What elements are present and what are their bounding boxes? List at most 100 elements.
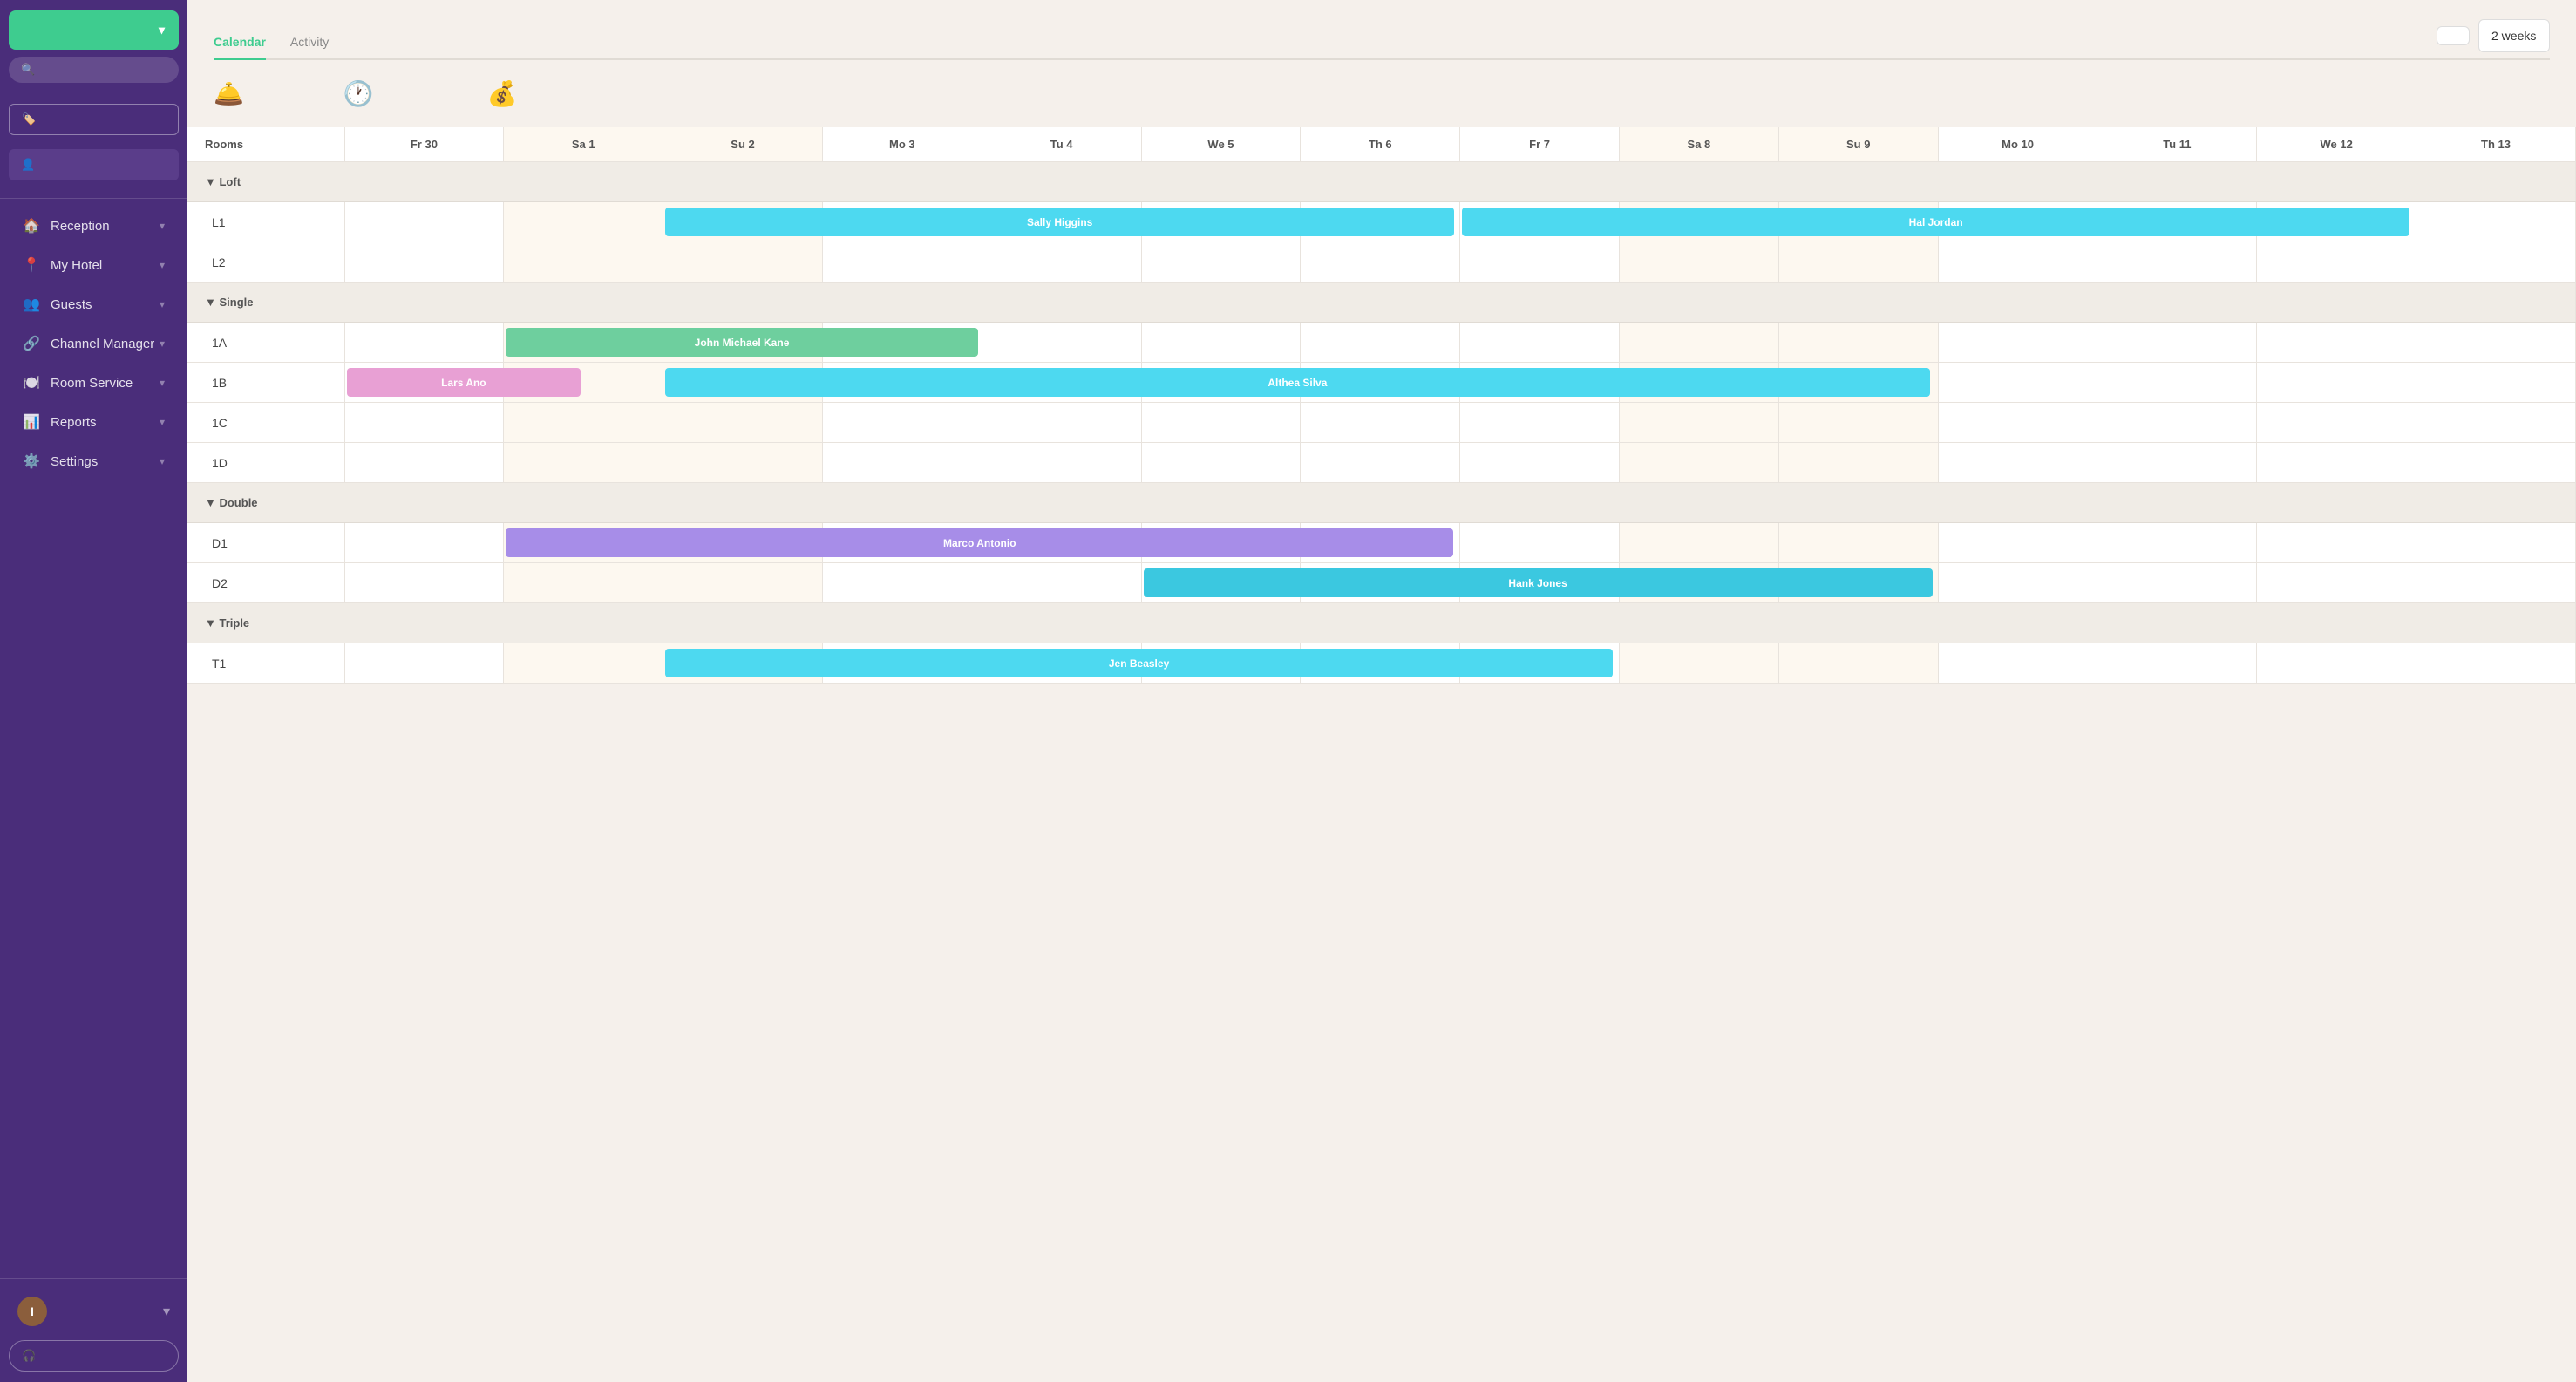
cell-1B-mo10[interactable] xyxy=(1938,363,2097,403)
cell-L2-sa1[interactable] xyxy=(504,242,663,283)
cell-1B-tu11[interactable] xyxy=(2097,363,2257,403)
cell-1D-fr30[interactable] xyxy=(344,443,504,483)
cell-D2-mo10[interactable] xyxy=(1938,563,2097,603)
cell-1B-th13[interactable] xyxy=(2416,363,2576,403)
cell-1D-sa1[interactable] xyxy=(504,443,663,483)
sidebar-item-my-hotel[interactable]: 📍 My Hotel ▾ xyxy=(5,246,182,284)
cell-L2-mo10[interactable] xyxy=(1938,242,2097,283)
cell-D1-tu11[interactable] xyxy=(2097,523,2257,563)
cell-1A-th6[interactable] xyxy=(1301,323,1460,363)
cell-L1-th13[interactable] xyxy=(2416,202,2576,242)
reservation-bar[interactable]: Lars Ano xyxy=(347,368,581,397)
cell-D1-th13[interactable] xyxy=(2416,523,2576,563)
cell-1B-su2[interactable]: Althea Silva xyxy=(663,363,823,403)
reservation-bar[interactable]: John Michael Kane xyxy=(506,328,977,357)
cell-1A-sa1[interactable]: John Michael Kane xyxy=(504,323,663,363)
cell-L2-tu4[interactable] xyxy=(982,242,1141,283)
cell-D2-fr30[interactable] xyxy=(344,563,504,603)
cell-L1-fr30[interactable] xyxy=(344,202,504,242)
reservation-bar[interactable]: Hank Jones xyxy=(1144,568,1933,597)
cell-D1-fr30[interactable] xyxy=(344,523,504,563)
chat-with-support-button[interactable]: 🎧 xyxy=(9,1340,179,1372)
reservation-bar[interactable]: Jen Beasley xyxy=(665,649,1613,677)
cell-1B-fr30[interactable]: Lars Ano xyxy=(344,363,504,403)
cell-D2-th13[interactable] xyxy=(2416,563,2576,603)
search-bar[interactable]: 🔍 xyxy=(9,57,179,83)
reservation-bar[interactable]: Hal Jordan xyxy=(1462,208,2409,236)
cell-L2-mo3[interactable] xyxy=(822,242,982,283)
cell-T1-tu11[interactable] xyxy=(2097,643,2257,684)
cell-1D-th13[interactable] xyxy=(2416,443,2576,483)
cell-1C-th6[interactable] xyxy=(1301,403,1460,443)
cell-1C-fr30[interactable] xyxy=(344,403,504,443)
cell-T1-sa8[interactable] xyxy=(1620,643,1779,684)
sidebar-item-channel-manager[interactable]: 🔗 Channel Manager ▾ xyxy=(5,324,182,363)
cell-1A-th13[interactable] xyxy=(2416,323,2576,363)
subscriptions-pricing-button[interactable]: 🏷️ xyxy=(9,104,179,135)
cell-1C-su2[interactable] xyxy=(663,403,823,443)
cell-L2-sa8[interactable] xyxy=(1620,242,1779,283)
view-selector[interactable]: 2 weeks 1 week 1 month xyxy=(2478,19,2550,52)
tab-activity[interactable]: Activity xyxy=(290,26,329,60)
cell-1D-mo3[interactable] xyxy=(822,443,982,483)
cell-1A-su9[interactable] xyxy=(1778,323,1938,363)
cell-D1-mo10[interactable] xyxy=(1938,523,2097,563)
cell-T1-fr30[interactable] xyxy=(344,643,504,684)
sidebar-item-reception[interactable]: 🏠 Reception ▾ xyxy=(5,207,182,245)
tab-calendar[interactable]: Calendar xyxy=(214,26,266,60)
cell-L2-su2[interactable] xyxy=(663,242,823,283)
cell-1A-tu4[interactable] xyxy=(982,323,1141,363)
cell-1D-mo10[interactable] xyxy=(1938,443,2097,483)
reservation-bar[interactable]: Marco Antonio xyxy=(506,528,1453,557)
hotel-selector-button[interactable]: ▾ xyxy=(9,10,179,50)
cell-D2-mo3[interactable] xyxy=(822,563,982,603)
cell-T1-th13[interactable] xyxy=(2416,643,2576,684)
cell-1C-we12[interactable] xyxy=(2257,403,2416,443)
cell-L2-th6[interactable] xyxy=(1301,242,1460,283)
cell-1A-we5[interactable] xyxy=(1141,323,1301,363)
cell-1D-su9[interactable] xyxy=(1778,443,1938,483)
cell-1B-we12[interactable] xyxy=(2257,363,2416,403)
cell-L1-sa1[interactable] xyxy=(504,202,663,242)
cell-1C-sa1[interactable] xyxy=(504,403,663,443)
cell-1A-we12[interactable] xyxy=(2257,323,2416,363)
cell-D1-sa1[interactable]: Marco Antonio xyxy=(504,523,663,563)
cell-T1-mo10[interactable] xyxy=(1938,643,2097,684)
cell-1C-th13[interactable] xyxy=(2416,403,2576,443)
cell-1A-fr30[interactable] xyxy=(344,323,504,363)
sidebar-item-guests[interactable]: 👥 Guests ▾ xyxy=(5,285,182,323)
sidebar-item-reports[interactable]: 📊 Reports ▾ xyxy=(5,403,182,441)
cell-D2-tu4[interactable] xyxy=(982,563,1141,603)
cell-1D-tu4[interactable] xyxy=(982,443,1141,483)
cell-D1-su9[interactable] xyxy=(1778,523,1938,563)
cell-L1-fr7[interactable]: Hal Jordan xyxy=(1460,202,1620,242)
cell-1C-we5[interactable] xyxy=(1141,403,1301,443)
cell-1A-mo10[interactable] xyxy=(1938,323,2097,363)
cell-T1-su2[interactable]: Jen Beasley xyxy=(663,643,823,684)
cell-L2-fr7[interactable] xyxy=(1460,242,1620,283)
reservation-bar[interactable]: Althea Silva xyxy=(665,368,1930,397)
cell-T1-su9[interactable] xyxy=(1778,643,1938,684)
cell-L2-tu11[interactable] xyxy=(2097,242,2257,283)
cell-1C-tu11[interactable] xyxy=(2097,403,2257,443)
cell-1C-mo10[interactable] xyxy=(1938,403,2097,443)
cell-T1-sa1[interactable] xyxy=(504,643,663,684)
cell-D2-su2[interactable] xyxy=(663,563,823,603)
cell-T1-we12[interactable] xyxy=(2257,643,2416,684)
cell-D1-fr7[interactable] xyxy=(1460,523,1620,563)
cell-1A-tu11[interactable] xyxy=(2097,323,2257,363)
cell-1A-fr7[interactable] xyxy=(1460,323,1620,363)
cell-D2-sa1[interactable] xyxy=(504,563,663,603)
cell-L2-th13[interactable] xyxy=(2416,242,2576,283)
cell-1C-mo3[interactable] xyxy=(822,403,982,443)
cell-L2-we5[interactable] xyxy=(1141,242,1301,283)
cell-L2-we12[interactable] xyxy=(2257,242,2416,283)
reservation-bar[interactable]: Sally Higgins xyxy=(665,208,1454,236)
date-picker-button[interactable] xyxy=(2437,26,2470,45)
cell-1C-sa8[interactable] xyxy=(1620,403,1779,443)
sidebar-item-settings[interactable]: ⚙️ Settings ▾ xyxy=(5,442,182,480)
cell-D1-sa8[interactable] xyxy=(1620,523,1779,563)
messages-button[interactable]: 👤 xyxy=(9,149,179,180)
cell-1C-su9[interactable] xyxy=(1778,403,1938,443)
cell-1D-su2[interactable] xyxy=(663,443,823,483)
